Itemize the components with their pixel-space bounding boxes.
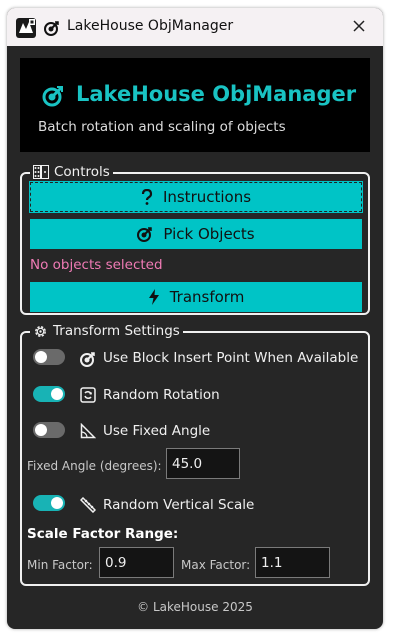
- fixed-angle-toggle-label: Use Fixed Angle: [103, 423, 211, 439]
- max-factor-label: Max Factor:: [181, 558, 251, 572]
- close-icon[interactable]: [347, 16, 371, 38]
- settings-legend-label: Transform Settings: [53, 323, 180, 339]
- fixed-angle-toggle[interactable]: [33, 422, 65, 438]
- use-block-label: Use Block Insert Point When Available: [103, 350, 359, 366]
- gear-icon: [35, 325, 46, 337]
- controls-legend: Controls: [30, 164, 113, 180]
- min-factor-input[interactable]: [99, 547, 174, 578]
- target-icon: [42, 86, 63, 107]
- transform-label: Transform: [169, 288, 245, 306]
- app-window: LakeHouse ObjManager LakeHouse ObjManage…: [7, 8, 383, 629]
- instructions-label: Instructions: [162, 188, 252, 206]
- random-rotation-toggle[interactable]: [33, 386, 65, 402]
- pick-objects-label: Pick Objects: [163, 225, 255, 243]
- random-scale-label: Random Vertical Scale: [103, 497, 255, 513]
- window-title: LakeHouse ObjManager: [67, 18, 234, 34]
- scale-range-heading: Scale Factor Range:: [27, 526, 179, 542]
- app-icon: [16, 18, 36, 38]
- max-factor-input[interactable]: [255, 547, 330, 578]
- title-bar: LakeHouse ObjManager: [7, 8, 383, 46]
- rotate-icon: [80, 387, 96, 403]
- selection-status: No objects selected: [30, 257, 163, 273]
- app-heading: LakeHouse ObjManager: [76, 82, 357, 106]
- fixed-angle-label: Fixed Angle (degrees):: [27, 459, 162, 473]
- app-subtitle: Batch rotation and scaling of objects: [38, 119, 286, 135]
- transform-button[interactable]: Transform: [30, 282, 362, 312]
- transform-settings-group: Transform Settings Use Block Insert Poin…: [20, 323, 370, 586]
- target-icon: [80, 352, 95, 367]
- bolt-icon: [148, 289, 159, 305]
- header-banner: LakeHouse ObjManager Batch rotation and …: [20, 58, 370, 152]
- settings-legend: Transform Settings: [30, 323, 183, 339]
- footer-copyright: © LakeHouse 2025: [137, 600, 253, 614]
- dice-icon: [33, 165, 49, 179]
- pick-objects-button[interactable]: Pick Objects: [30, 219, 362, 249]
- target-icon: [44, 21, 59, 36]
- random-scale-toggle[interactable]: [33, 495, 65, 511]
- use-block-toggle[interactable]: [33, 349, 65, 365]
- random-rotation-label: Random Rotation: [103, 387, 220, 403]
- target-icon: [137, 227, 153, 242]
- fixed-angle-input[interactable]: [166, 448, 240, 479]
- instructions-button[interactable]: Instructions: [29, 181, 363, 213]
- controls-group: Controls Instructions Pick Objects No ob…: [20, 164, 370, 315]
- question-icon: [141, 189, 153, 205]
- angle-icon: [80, 423, 96, 439]
- min-factor-label: Min Factor:: [27, 558, 93, 572]
- ruler-icon: [80, 497, 96, 513]
- controls-legend-label: Controls: [54, 164, 110, 180]
